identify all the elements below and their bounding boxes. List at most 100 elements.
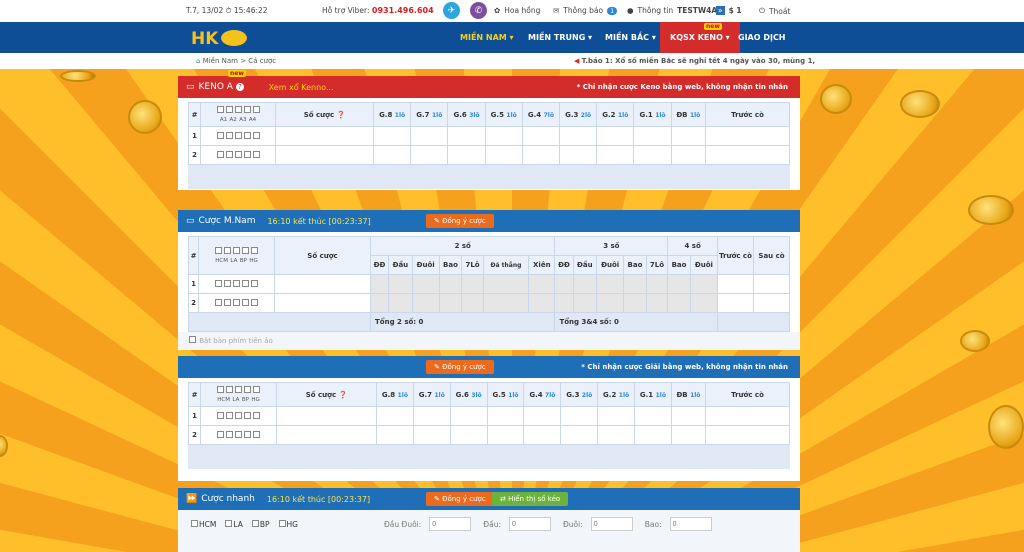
- row-check[interactable]: [226, 430, 233, 438]
- rose-link[interactable]: ✿ Hoa hồng: [494, 6, 540, 15]
- row-check[interactable]: [216, 150, 224, 158]
- row-check[interactable]: [253, 411, 260, 419]
- prize-count: 1lô: [434, 391, 445, 399]
- dau-input[interactable]: [508, 517, 551, 531]
- row-check[interactable]: [252, 150, 260, 158]
- row-check[interactable]: [233, 298, 240, 306]
- help-icon[interactable]: ?: [235, 83, 244, 91]
- row-check[interactable]: [253, 430, 260, 438]
- row-check[interactable]: [233, 279, 240, 287]
- row-check[interactable]: [243, 131, 251, 139]
- virtual-keyboard-toggle[interactable]: Bật bàn phím tiền ảo: [178, 332, 800, 349]
- check-hg[interactable]: [253, 386, 260, 393]
- bet-input[interactable]: [275, 145, 374, 165]
- coin-decoration: [900, 90, 940, 118]
- check-bp[interactable]: [244, 386, 251, 393]
- forward-icon: ⏩: [186, 494, 198, 504]
- bet-input[interactable]: [274, 293, 371, 313]
- agree-button[interactable]: ✎ Đồng ý cược: [426, 492, 494, 506]
- check-a4[interactable]: [252, 106, 260, 113]
- check-la[interactable]: [235, 386, 242, 393]
- row-check[interactable]: [243, 150, 251, 158]
- row-check[interactable]: [235, 430, 242, 438]
- check-hcm[interactable]: [224, 247, 231, 254]
- check-hg[interactable]: [251, 247, 258, 254]
- row-check[interactable]: [234, 150, 242, 158]
- row-check[interactable]: [217, 411, 224, 419]
- bet-col-label: Số cược: [303, 110, 335, 119]
- account-link[interactable]: ● Thông tin TESTW4A: [627, 6, 717, 15]
- bet-input[interactable]: [276, 406, 377, 426]
- prize-count: 7lô: [545, 391, 556, 399]
- check-a3[interactable]: [243, 106, 251, 113]
- region-hcm[interactable]: HCM: [190, 519, 216, 529]
- prize-g8: G.8 1lô: [376, 382, 414, 407]
- row-check[interactable]: [225, 150, 233, 158]
- row-check[interactable]: [244, 411, 251, 419]
- nav-mien-trung[interactable]: MIỀN TRUNG ▾: [528, 22, 592, 53]
- col-label: A1: [219, 117, 228, 123]
- row-check[interactable]: [242, 298, 249, 306]
- check-la[interactable]: [233, 247, 240, 254]
- prize-g4: G.4 7lô: [523, 382, 562, 407]
- row-check[interactable]: [224, 298, 231, 306]
- viber-icon[interactable]: ✆: [470, 2, 487, 19]
- giai-note: * Chỉ nhận cược Giải bằng web, không nhậ…: [581, 363, 788, 371]
- check-bp[interactable]: [242, 247, 249, 254]
- breadcrumb[interactable]: ⌂ Miền Nam > Cá cược: [196, 57, 276, 65]
- row-check[interactable]: [251, 298, 258, 306]
- telegram-icon[interactable]: ✈: [443, 2, 460, 19]
- region-la[interactable]: LA: [224, 519, 243, 529]
- bet-input[interactable]: [274, 274, 371, 294]
- bet-input[interactable]: [276, 425, 377, 445]
- agree-button[interactable]: ✎ Đồng ý cược: [426, 214, 494, 228]
- table-row: 2: [188, 145, 790, 165]
- region-checks: HCM LA BP HG: [200, 382, 277, 407]
- bao-input[interactable]: [669, 517, 712, 531]
- check-all[interactable]: [216, 106, 224, 113]
- region-hg[interactable]: HG: [278, 519, 298, 529]
- row-check[interactable]: [251, 279, 258, 287]
- notice-link[interactable]: ✉ Thông báo 1: [553, 6, 618, 15]
- nav-mien-bac[interactable]: MIỀN BẮC ▾: [605, 22, 656, 53]
- coin-decoration: [968, 195, 1014, 225]
- balance[interactable]: » $ 1: [716, 6, 742, 15]
- row-check[interactable]: [217, 430, 224, 438]
- duoi-input[interactable]: [590, 517, 633, 531]
- row-check[interactable]: [225, 131, 233, 139]
- row-check[interactable]: [252, 131, 260, 139]
- row-check[interactable]: [235, 411, 242, 419]
- row-check[interactable]: [242, 279, 249, 287]
- bet-input[interactable]: [275, 126, 374, 146]
- nav-giao-dich[interactable]: GIAO DỊCH: [738, 22, 786, 53]
- vkb-checkbox[interactable]: [189, 336, 196, 343]
- user-icon: ●: [627, 6, 634, 15]
- check-hcm[interactable]: [226, 386, 233, 393]
- row-check[interactable]: [215, 298, 222, 306]
- logout-link[interactable]: ⏻ Thoát: [759, 6, 790, 16]
- dau-duoi-input[interactable]: [429, 517, 472, 531]
- row-check[interactable]: [226, 411, 233, 419]
- row-check[interactable]: [215, 279, 222, 287]
- check-a1[interactable]: [225, 106, 233, 113]
- check-all[interactable]: [215, 247, 222, 254]
- prize-g2: G.2 1lô: [597, 382, 636, 407]
- keno-title: KENO A: [198, 82, 233, 92]
- datetime: T.7, 13/02 ⏱ 15:46:22: [186, 6, 268, 15]
- row-check[interactable]: [224, 279, 231, 287]
- agree-button[interactable]: ✎ Đồng ý cược: [426, 360, 494, 374]
- col-label: HG: [251, 397, 260, 403]
- site-logo[interactable]: HK: [190, 27, 250, 48]
- region-bp[interactable]: BP: [251, 519, 270, 529]
- row-check[interactable]: [216, 131, 224, 139]
- check-all[interactable]: [217, 386, 224, 393]
- row-check[interactable]: [244, 430, 251, 438]
- show-pull-numbers-button[interactable]: ⇄ Hiển thị số kéo: [492, 492, 569, 506]
- check-a2[interactable]: [234, 106, 242, 113]
- prize-count: 1lô: [618, 111, 629, 119]
- keno-view-link[interactable]: Xem xổ Kenno...: [269, 83, 334, 92]
- row-check[interactable]: [234, 131, 242, 139]
- keno-footer: [188, 165, 790, 189]
- nav-kqsx-keno[interactable]: KQSX KENO ▾: [660, 22, 740, 53]
- nav-mien-nam[interactable]: MIỀN NAM ▾: [460, 22, 514, 53]
